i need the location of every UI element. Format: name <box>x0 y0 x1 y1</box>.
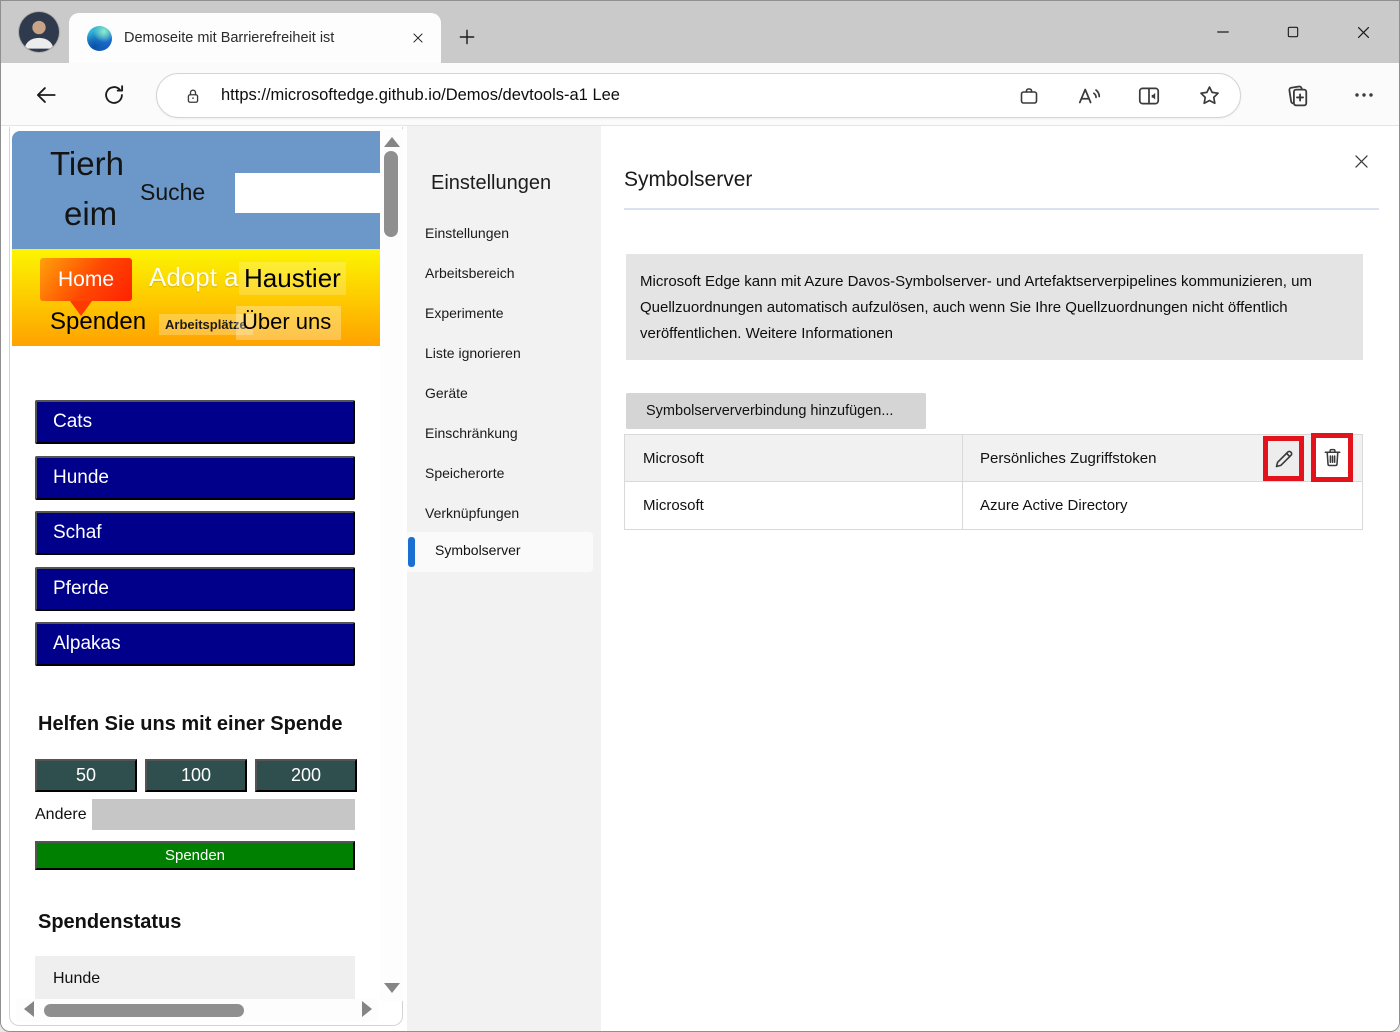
sidebar-item-liste-ignorieren[interactable]: Liste ignorieren <box>425 342 521 364</box>
info-box: Microsoft Edge kann mit Azure Davos-Symb… <box>626 254 1363 360</box>
url-text[interactable]: https://microsoftedge.github.io/Demos/de… <box>221 86 982 105</box>
collections-icon[interactable] <box>1282 80 1312 110</box>
url-bar[interactable]: https://microsoftedge.github.io/Demos/de… <box>156 73 1241 118</box>
site-header: Tierh eim Suche <box>12 131 382 249</box>
settings-heading: Einstellungen <box>431 172 552 194</box>
info-link[interactable]: Weitere Informationen <box>746 325 893 342</box>
scroll-up-icon[interactable] <box>384 137 400 147</box>
site-title-line2: eim <box>64 195 118 232</box>
browser-toolbar: https://microsoftedge.github.io/Demos/de… <box>1 63 1399 126</box>
table-row: Microsoft Azure Active Directory <box>625 482 1362 529</box>
sidebar-item-symbolserver[interactable]: Symbolserver <box>407 532 593 572</box>
more-menu-icon[interactable] <box>1349 80 1379 110</box>
title-divider <box>624 208 1379 210</box>
auth-cell: Persönliches Zugriffstoken <box>980 449 1157 467</box>
tab-title: Demoseite mit Barrierefreiheit ist <box>124 30 335 46</box>
spenden-button[interactable]: Spenden <box>35 841 355 870</box>
column-divider <box>962 435 963 481</box>
sidebar-item-geraete[interactable]: Geräte <box>425 382 468 404</box>
scroll-down-icon[interactable] <box>384 983 400 993</box>
scroll-right-icon[interactable] <box>362 1001 372 1017</box>
sidebar-item-einschraenkung[interactable]: Einschränkung <box>425 422 518 444</box>
auth-cell: Azure Active Directory <box>980 497 1128 514</box>
selected-indicator-bar <box>408 537 415 567</box>
symbolserver-table: Microsoft Persönliches Zugriffstoken Mic… <box>624 433 1363 530</box>
horizontal-scroll-thumb[interactable] <box>44 1004 244 1017</box>
edit-button[interactable] <box>1263 436 1304 481</box>
category-button-alpakas[interactable]: Alpakas <box>35 622 355 666</box>
sidebar-item-arbeitsbereich[interactable]: Arbeitsbereich <box>425 262 515 284</box>
category-button-cats[interactable]: Cats <box>35 400 355 444</box>
nav-ueber-uns-link[interactable]: Über uns <box>236 306 342 340</box>
refresh-icon[interactable] <box>100 81 128 109</box>
devtools-close-icon[interactable] <box>1346 146 1376 176</box>
search-input[interactable] <box>235 173 382 213</box>
amount-button-100[interactable]: 100 <box>145 759 247 792</box>
delete-button[interactable] <box>1311 433 1353 482</box>
status-list-item: Hunde <box>35 956 355 1001</box>
category-button-pferde[interactable]: Pferde <box>35 567 355 611</box>
status-heading: Spendenstatus <box>38 911 182 933</box>
donate-heading: Helfen Sie uns mit einer Spende <box>38 713 343 735</box>
split-screen-icon[interactable] <box>1136 83 1162 109</box>
nav-spenden-link[interactable]: Spenden <box>50 308 146 336</box>
lock-icon[interactable] <box>183 86 203 106</box>
maximize-icon[interactable] <box>1272 17 1314 47</box>
browser-window: Demoseite mit Barrierefreiheit ist https… <box>0 0 1400 1032</box>
site-nav: Home Adopt a Haustier Spenden Arbeitsplä… <box>12 249 380 346</box>
site-title-line1: Tierh <box>50 145 124 182</box>
add-symbolserver-button[interactable]: Symbolserververbindung hinzufügen... <box>626 393 926 429</box>
tab-close-icon[interactable] <box>405 25 431 51</box>
minimize-icon[interactable] <box>1202 17 1244 47</box>
provider-cell: Microsoft <box>643 497 704 514</box>
andere-label: Andere <box>35 806 87 823</box>
new-tab-icon[interactable] <box>451 21 483 53</box>
table-row: Microsoft Persönliches Zugriffstoken <box>625 433 1362 482</box>
sidebar-item-speicherorte[interactable]: Speicherorte <box>425 462 504 484</box>
back-icon[interactable] <box>32 81 60 109</box>
read-aloud-icon[interactable] <box>1076 83 1102 109</box>
symbolserver-panel: Symbolserver Microsoft Edge kann mit Azu… <box>601 126 1399 1031</box>
favorites-star-icon[interactable] <box>1196 83 1222 109</box>
browser-essentials-icon[interactable] <box>1016 83 1042 109</box>
panel-title: Symbolserver <box>624 168 753 191</box>
sidebar-item-experimente[interactable]: Experimente <box>425 302 504 324</box>
scroll-left-icon[interactable] <box>24 1001 34 1017</box>
column-divider <box>962 482 963 529</box>
sidebar-item-verknuepfungen[interactable]: Verknüpfungen <box>425 502 519 524</box>
nav-home-link[interactable]: Home <box>40 258 132 301</box>
window-close-icon[interactable] <box>1342 17 1384 47</box>
sidebar-item-einstellungen[interactable]: Einstellungen <box>425 222 509 244</box>
sidebar-item-symbolserver-label: Symbolserver <box>435 542 521 558</box>
tab-strip: Demoseite mit Barrierefreiheit ist <box>1 1 1399 63</box>
nav-adopt-link-part2[interactable]: Haustier <box>239 262 346 295</box>
category-button-schaf[interactable]: Schaf <box>35 511 355 555</box>
devtools-settings-sidebar: Einstellungen Einstellungen Arbeitsberei… <box>407 126 601 1031</box>
page-vertical-scrollbar[interactable] <box>380 129 403 1001</box>
page-horizontal-scrollbar[interactable] <box>16 999 378 1021</box>
profile-avatar[interactable] <box>19 12 59 52</box>
edge-favicon-icon <box>87 25 112 51</box>
provider-cell: Microsoft <box>643 449 704 467</box>
andere-amount-input[interactable] <box>92 799 355 830</box>
category-button-hunde[interactable]: Hunde <box>35 456 355 500</box>
info-text: Microsoft Edge kann mit Azure Davos-Symb… <box>640 273 1312 342</box>
amount-button-200[interactable]: 200 <box>255 759 357 792</box>
search-label: Suche <box>140 179 206 205</box>
nav-adopt-link-part1[interactable]: Adopt a <box>149 262 239 293</box>
browser-tab[interactable]: Demoseite mit Barrierefreiheit ist <box>69 13 441 63</box>
amount-button-50[interactable]: 50 <box>35 759 137 792</box>
vertical-scroll-thumb[interactable] <box>384 151 398 237</box>
page-viewport: Tierh eim Suche Home Adopt a Haustier Sp… <box>9 127 403 1026</box>
